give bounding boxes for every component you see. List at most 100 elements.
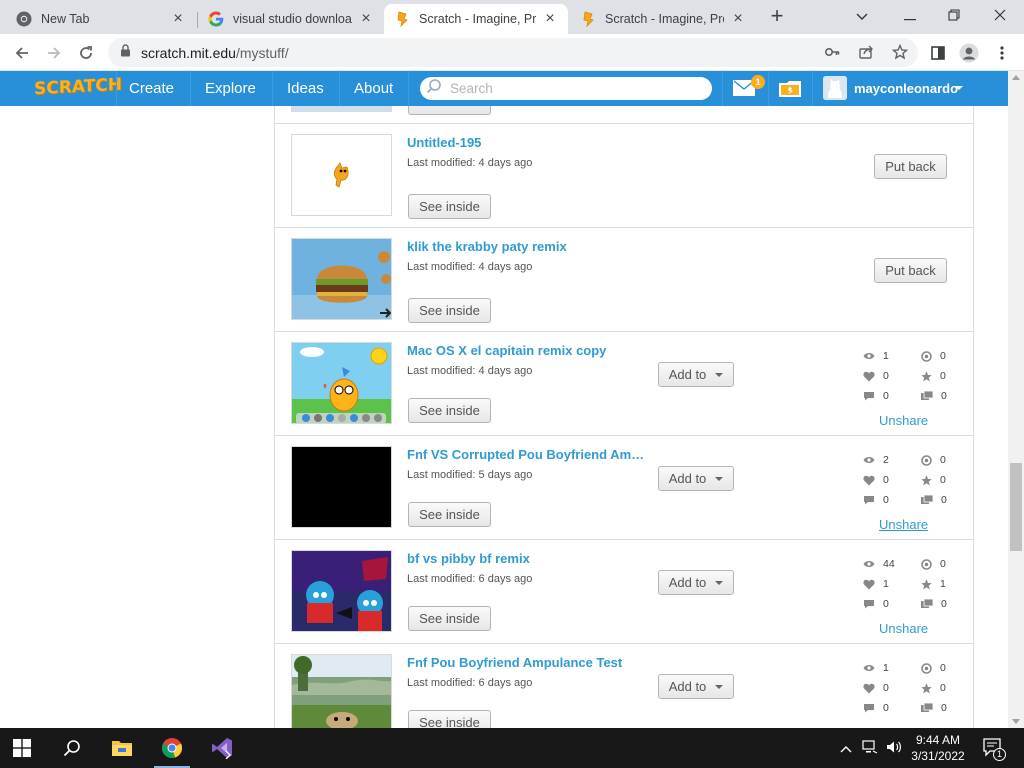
comments-count: 0 [883, 598, 889, 610]
project-thumbnail[interactable] [291, 654, 392, 728]
nav-separator [190, 71, 191, 106]
tab-new-tab[interactable]: New Tab × [6, 4, 196, 34]
project-title[interactable]: bf vs pibby bf remix [407, 551, 530, 566]
close-tab-icon[interactable]: × [170, 11, 186, 27]
chevron-down-icon [715, 580, 724, 585]
project-row: Fnf VS Corrupted Pou Boyfriend Am… Last … [275, 436, 973, 540]
nav-about[interactable]: About [354, 80, 393, 97]
close-tab-icon[interactable]: × [542, 11, 558, 27]
new-tab-button[interactable]: + [766, 5, 788, 28]
page-scrollbar[interactable] [1008, 71, 1024, 728]
views-stat: 2 [863, 454, 889, 466]
close-tab-icon[interactable]: × [730, 11, 746, 27]
add-to-dropdown[interactable]: Add to [658, 674, 734, 699]
loves-stat: 1 [863, 578, 889, 590]
scroll-down-arrow-icon[interactable] [1012, 719, 1020, 724]
side-panel-icon[interactable] [927, 42, 949, 64]
studio-icon [921, 599, 933, 608]
project-thumbnail[interactable] [291, 238, 392, 320]
tab-scratch-second[interactable]: Scratch - Imagine, Program × [570, 4, 756, 34]
project-thumbnail[interactable] [291, 550, 392, 632]
share-icon[interactable] [858, 44, 874, 65]
remix-icon [921, 558, 932, 570]
see-inside-button[interactable]: See inside [408, 710, 491, 728]
project-thumbnail[interactable] [291, 446, 392, 528]
project-thumbnail[interactable] [291, 342, 392, 424]
clock-date: 3/31/2022 [911, 749, 965, 763]
forward-button[interactable] [41, 40, 67, 66]
show-hidden-icons-chevron-icon[interactable] [840, 740, 852, 758]
see-inside-button[interactable]: See inside [408, 194, 491, 219]
my-stuff-folder-icon[interactable] [778, 79, 802, 103]
put-back-button[interactable]: Put back [874, 258, 947, 283]
see-inside-button[interactable]: See inside [408, 398, 491, 423]
last-modified: Last modified: 6 days ago [407, 677, 533, 689]
scratch-favicon-icon [394, 11, 410, 27]
volume-icon[interactable] [886, 740, 902, 759]
unshare-link[interactable]: Unshare [879, 517, 928, 532]
star-icon[interactable] [891, 43, 909, 65]
see-inside-button[interactable]: See inside [408, 606, 491, 631]
back-button[interactable] [9, 40, 35, 66]
project-thumbnail[interactable] [291, 106, 392, 112]
see-inside-button[interactable]: See inside [408, 298, 491, 323]
unshare-link[interactable]: Unshare [879, 621, 928, 636]
remix-icon [921, 350, 932, 362]
account-dropdown-caret-icon[interactable] [955, 86, 963, 90]
project-thumbnail[interactable] [291, 134, 392, 216]
search-input[interactable] [450, 81, 690, 96]
remixes-stat: 0 [921, 350, 946, 362]
reload-button[interactable] [73, 40, 99, 66]
network-icon[interactable] [862, 740, 878, 759]
project-title[interactable]: Mac OS X el capitain remix copy [407, 343, 606, 358]
restore-button[interactable] [932, 4, 976, 28]
unshare-link[interactable]: Unshare [879, 413, 928, 428]
project-title[interactable]: klik the krabby paty remix [407, 239, 567, 254]
see-inside-button[interactable]: See inside [408, 502, 491, 527]
nav-explore[interactable]: Explore [205, 80, 256, 97]
close-window-button[interactable] [978, 4, 1022, 28]
start-button[interactable] [0, 728, 44, 768]
file-explorer-icon[interactable] [100, 728, 144, 768]
eye-icon [863, 457, 875, 463]
nav-create[interactable]: Create [129, 80, 174, 97]
see-more-button[interactable] [408, 106, 491, 115]
profile-icon[interactable] [958, 42, 980, 64]
project-title[interactable]: Untitled-195 [407, 135, 481, 150]
chrome-taskbar-icon[interactable] [150, 728, 194, 768]
views-count: 1 [883, 350, 889, 362]
favorites-stat: 1 [921, 578, 946, 590]
menu-kebab-icon[interactable] [991, 42, 1013, 64]
user-avatar[interactable] [823, 76, 847, 100]
comments-count: 0 [883, 494, 889, 506]
favorites-count: 1 [940, 578, 946, 590]
url-path: /mystuff/ [235, 44, 289, 61]
nav-ideas[interactable]: Ideas [287, 80, 324, 97]
put-back-button[interactable]: Put back [874, 154, 947, 179]
google-icon [208, 11, 224, 27]
tab-visual-studio[interactable]: visual studio download × [198, 4, 384, 34]
project-title[interactable]: Fnf Pou Boyfriend Ampulance Test [407, 655, 622, 670]
taskbar-clock[interactable]: 9:44 AM 3/31/2022 [906, 732, 970, 764]
key-icon[interactable] [824, 44, 840, 65]
favorites-count: 0 [940, 370, 946, 382]
tab-scratch-active[interactable]: Scratch - Imagine, Program × [384, 4, 568, 34]
scrollbar-thumb[interactable] [1010, 463, 1022, 551]
tab-search-chevron-icon[interactable] [840, 4, 884, 28]
scroll-up-arrow-icon[interactable] [1012, 75, 1020, 80]
taskbar-search-icon[interactable] [50, 728, 94, 768]
minimize-button[interactable] [888, 4, 932, 28]
project-title[interactable]: Fnf VS Corrupted Pou Boyfriend Am… [407, 447, 644, 462]
address-bar[interactable]: scratch.mit.edu/mystuff/ [108, 38, 918, 67]
add-to-dropdown[interactable]: Add to [658, 466, 734, 491]
search-box[interactable] [420, 77, 712, 100]
close-tab-icon[interactable]: × [358, 11, 374, 27]
add-to-dropdown[interactable]: Add to [658, 362, 734, 387]
heart-icon [863, 683, 875, 693]
visual-studio-installer-icon[interactable] [200, 728, 244, 768]
add-to-dropdown[interactable]: Add to [658, 570, 734, 595]
nav-separator [339, 71, 340, 106]
username-label[interactable]: mayconleonardo [854, 81, 958, 96]
scratch-logo[interactable]: SCRATCH [34, 75, 122, 100]
lock-icon[interactable] [120, 43, 131, 62]
